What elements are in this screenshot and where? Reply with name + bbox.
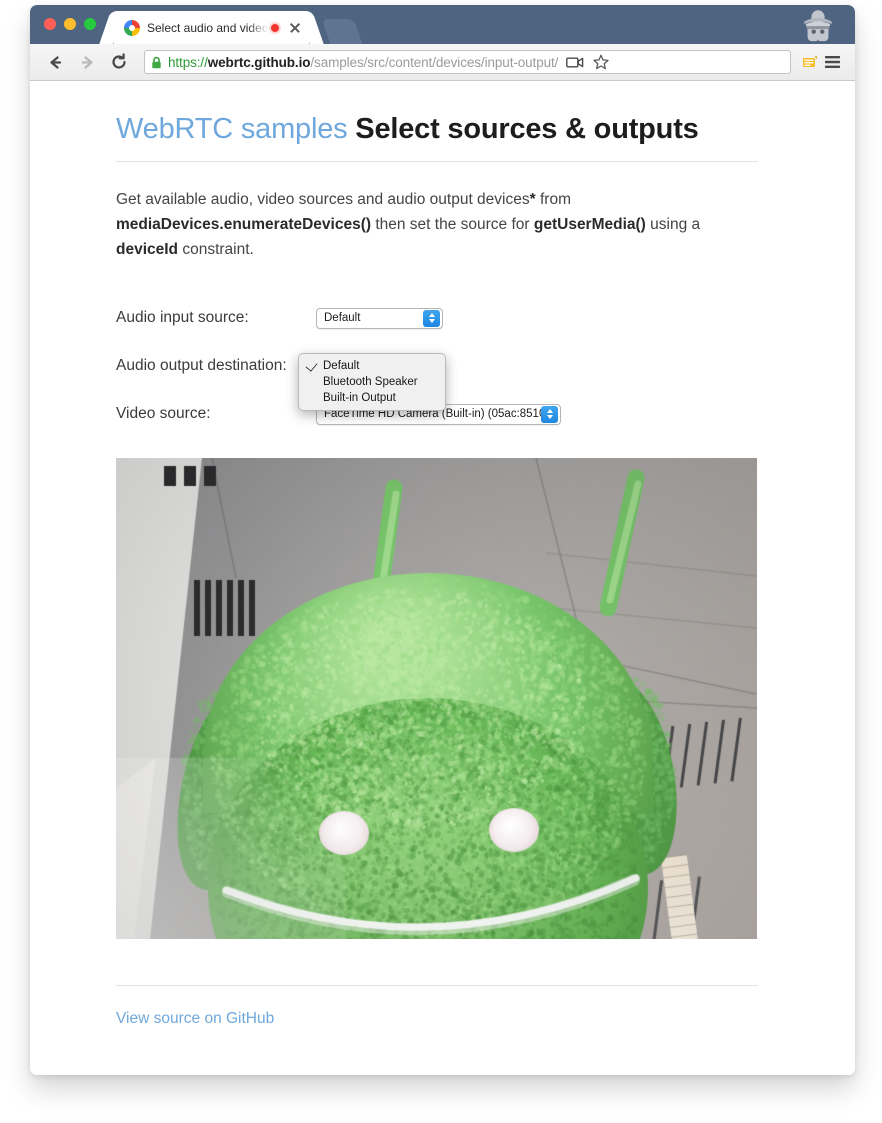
- page-viewport: WebRTC samples Select sources & outputs …: [30, 81, 855, 1075]
- tab-title: Select audio and video: [147, 21, 269, 35]
- dropdown-option-label: Built-in Output: [323, 392, 396, 404]
- incognito-icon: [795, 6, 841, 44]
- extension-icon[interactable]: [799, 51, 821, 73]
- new-tab-button[interactable]: [322, 19, 363, 44]
- close-window-button[interactable]: [44, 18, 56, 30]
- url-path: /samples/src/content/devices/input-outpu…: [310, 55, 558, 70]
- minimize-window-button[interactable]: [64, 18, 76, 30]
- maximize-window-button[interactable]: [84, 18, 96, 30]
- video-source-label: Video source:: [116, 405, 316, 423]
- video-frame: [116, 458, 757, 939]
- dropdown-option-bluetooth-speaker[interactable]: Bluetooth Speaker: [299, 374, 445, 390]
- intro-text-5: constraint.: [178, 241, 254, 258]
- browser-tab-active[interactable]: Select audio and video: [114, 11, 309, 44]
- screenshot-root: Select audio and video https://webrtc.gi…: [0, 0, 882, 1123]
- intro-text-3: then set the source for: [371, 216, 534, 233]
- url-text: https://webrtc.github.io/samples/src/con…: [168, 55, 558, 70]
- intro-api-2: getUserMedia(): [534, 216, 646, 233]
- device-selection-form: Audio input source: Default Audio output…: [116, 294, 758, 438]
- audio-output-dropdown-menu[interactable]: Default Bluetooth Speaker Built-in Outpu…: [298, 353, 446, 411]
- chevron-updown-icon: [541, 406, 558, 423]
- audio-input-select[interactable]: Default: [316, 308, 443, 329]
- page-content: WebRTC samples Select sources & outputs …: [116, 109, 758, 1028]
- dropdown-option-default[interactable]: Default: [299, 358, 445, 374]
- camera-permission-icon[interactable]: [564, 51, 586, 73]
- reload-button[interactable]: [106, 49, 132, 75]
- intro-text-1: Get available audio, video sources and a…: [116, 191, 530, 208]
- footer-divider: [116, 985, 758, 986]
- browser-tabstrip: Select audio and video: [30, 5, 855, 44]
- dropdown-option-label: Default: [323, 360, 359, 372]
- recording-dot-icon: [269, 22, 281, 34]
- chevron-updown-icon: [423, 310, 440, 327]
- audio-input-row: Audio input source: Default: [116, 294, 758, 342]
- window-traffic-lights: [44, 18, 96, 30]
- url-scheme: https://: [168, 55, 208, 70]
- intro-paragraph: Get available audio, video sources and a…: [116, 187, 758, 262]
- secure-lock-icon: [151, 56, 162, 69]
- audio-output-label: Audio output destination:: [116, 357, 316, 375]
- dropdown-option-built-in-output[interactable]: Built-in Output: [299, 390, 445, 406]
- omnibox-icons: [564, 51, 612, 73]
- local-video-preview[interactable]: [116, 458, 757, 939]
- close-icon[interactable]: [289, 22, 301, 34]
- forward-button[interactable]: [74, 49, 100, 75]
- view-source-link[interactable]: View source on GitHub: [116, 1010, 274, 1028]
- intro-api-3: deviceId: [116, 241, 178, 258]
- intro-api-1: mediaDevices.enumerateDevices(): [116, 216, 371, 233]
- back-button[interactable]: [42, 49, 68, 75]
- checkmark-icon: [306, 359, 318, 371]
- address-bar[interactable]: https://webrtc.github.io/samples/src/con…: [144, 50, 791, 74]
- audio-input-label: Audio input source:: [116, 309, 316, 327]
- browser-toolbar: https://webrtc.github.io/samples/src/con…: [30, 44, 855, 81]
- url-host: webrtc.github.io: [208, 55, 311, 70]
- page-title: WebRTC samples Select sources & outputs: [116, 109, 758, 162]
- page-title-main: Select sources & outputs: [355, 113, 698, 145]
- browser-window: Select audio and video https://webrtc.gi…: [30, 5, 855, 1075]
- audio-input-selected-value: Default: [324, 312, 360, 324]
- star-icon[interactable]: [590, 51, 612, 73]
- dropdown-option-label: Bluetooth Speaker: [323, 376, 418, 388]
- hamburger-menu-icon[interactable]: [821, 51, 843, 73]
- intro-text-4: using a: [646, 216, 700, 233]
- intro-text-2: from: [536, 191, 571, 208]
- page-title-brand: WebRTC samples: [116, 113, 347, 145]
- chrome-favicon: [124, 20, 140, 36]
